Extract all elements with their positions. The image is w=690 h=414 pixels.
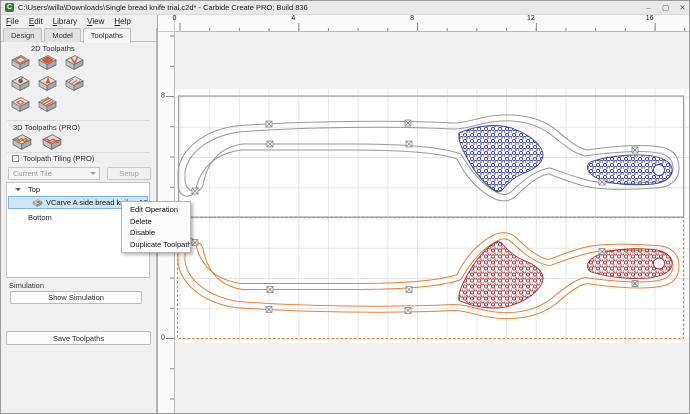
keyhole-toolpath-icon[interactable] [10,95,31,114]
menu-edit[interactable]: Edit [24,15,48,28]
menu-library[interactable]: Library [48,15,82,28]
pocket-toolpath-icon[interactable] [37,53,58,72]
h-ruler-label: 16 [646,15,654,22]
h-ruler-label: 12 [527,15,535,22]
advanced-vcarve-toolpath-icon[interactable] [37,74,58,93]
section-2d-toolpaths: 2D Toolpaths [31,44,75,53]
context-menu-delete[interactable]: Delete [122,216,190,228]
section-divider [7,120,150,121]
minimize-button[interactable]: – [640,1,657,14]
close-button[interactable]: ✕ [674,1,690,14]
h-ruler-label: 4 [291,15,295,22]
current-tile-value: Current Tile [13,169,52,178]
h-ruler-label: 8 [410,15,414,22]
toolpath-context-menu: Edit Operation Delete Disable Duplicate … [121,201,191,253]
drawing-canvas[interactable] [175,32,689,413]
app-window: C C:\Users\willa\Downloads\Single bread … [0,0,690,414]
title-bar: C C:\Users\willa\Downloads\Single bread … [1,1,690,15]
toolpath-tiling-row: Toolpath Tiling (PRO) [12,154,94,163]
toolpath-tiling-checkbox[interactable] [12,155,19,162]
toolpath-tiling-label: Toolpath Tiling (PRO) [23,154,94,163]
v-ruler-label: 8 [161,93,165,100]
vcarve-toolpath-icon[interactable] [64,53,85,72]
v-ruler-label: 0 [161,335,165,342]
design-canvas-region: 0 4 8 12 16 8 4 0 [157,15,689,413]
show-simulation-button[interactable]: Show Simulation [10,291,142,304]
texture-toolpath-icon[interactable] [64,74,85,93]
tab-toolpaths[interactable]: Toolpaths [83,28,131,43]
context-menu-duplicate-toolpath[interactable]: Duplicate Toolpath [122,239,190,251]
tab-model[interactable]: Model [44,28,80,42]
2d-toolpath-icons [10,53,85,114]
context-menu-edit-operation[interactable]: Edit Operation [122,204,190,216]
tree-top-label: Top [28,185,40,194]
app-logo-icon: C [5,3,14,12]
context-menu-disable[interactable]: Disable [122,227,190,239]
document-area [175,89,689,343]
current-tile-select[interactable]: Current Tile [8,167,100,180]
menu-view[interactable]: View [82,15,109,28]
tree-bottom-label: Bottom [28,213,52,222]
toolpath-item-icon [32,198,43,208]
tree-group-top[interactable]: Top [7,184,149,195]
horizontal-ruler: 0 4 8 12 16 [175,15,689,32]
menu-file[interactable]: File [1,15,24,28]
save-toolpaths-button[interactable]: Save Toolpaths [6,331,151,345]
3d-finish-toolpath-icon[interactable] [40,132,64,152]
3d-toolpath-icons [10,132,64,152]
drill-toolpath-icon[interactable] [10,74,31,93]
maximize-button[interactable]: ▢ [657,1,674,14]
tab-design[interactable]: Design [3,28,42,42]
section-divider [7,152,150,153]
menu-bar: File Edit Library View Help [1,15,157,28]
simulation-label: Simulation [9,281,44,290]
collapse-caret-icon[interactable] [15,188,21,191]
setup-button[interactable]: Setup [107,167,151,180]
window-title: C:\Users\willa\Downloads\Single bread kn… [18,3,308,12]
chevron-down-icon [90,172,96,175]
menu-help[interactable]: Help [109,15,135,28]
contour-toolpath-icon[interactable] [10,53,31,72]
section-3d-toolpaths: 3D Toolpaths (PRO) [13,123,80,132]
ramp-toolpath-icon[interactable] [37,95,58,114]
3d-rough-toolpath-icon[interactable] [10,132,34,152]
h-ruler-label: 0 [173,15,177,22]
panel-tabs: Design Model Toolpaths [1,28,156,42]
